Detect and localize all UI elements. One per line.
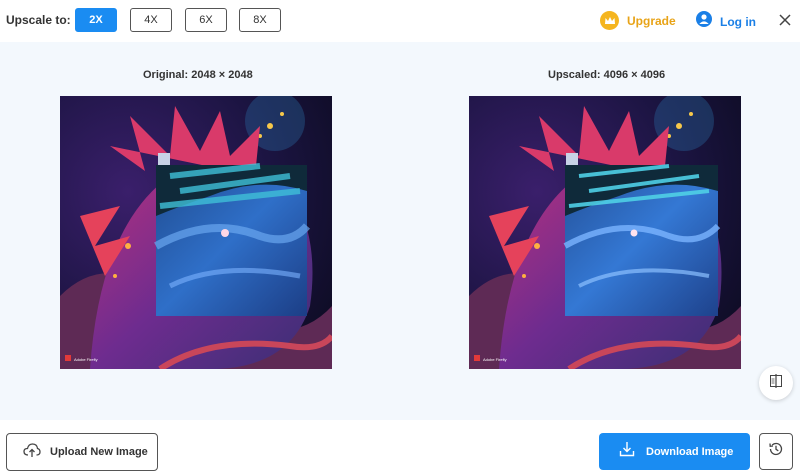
scale-2x-button[interactable]: 2X bbox=[75, 8, 117, 32]
bottom-action-bar: Upload New Image Download Image bbox=[0, 420, 800, 475]
scale-6x-button[interactable]: 6X bbox=[185, 8, 227, 32]
upscale-label: Upscale to: bbox=[6, 13, 71, 27]
compare-button[interactable] bbox=[759, 366, 793, 400]
crown-icon bbox=[600, 11, 619, 30]
watermark-text: Adobe Firefly bbox=[483, 357, 507, 362]
download-icon bbox=[619, 441, 635, 462]
scale-8x-button[interactable]: 8X bbox=[239, 8, 281, 32]
close-icon[interactable] bbox=[777, 12, 793, 28]
upload-label: Upload New Image bbox=[50, 446, 148, 458]
original-image: Adobe Firefly bbox=[60, 96, 332, 369]
user-icon bbox=[696, 11, 712, 32]
download-image-button[interactable]: Download Image bbox=[599, 433, 750, 470]
upload-new-image-button[interactable]: Upload New Image bbox=[6, 433, 158, 471]
upgrade-label: Upgrade bbox=[627, 13, 676, 28]
preview-area: Original: 2048 × 2048 Upscaled: 4096 × 4… bbox=[0, 42, 800, 420]
download-label: Download Image bbox=[646, 445, 734, 458]
compare-icon bbox=[769, 373, 783, 393]
cloud-upload-icon bbox=[23, 442, 41, 463]
upscaled-caption: Upscaled: 4096 × 4096 bbox=[548, 69, 666, 81]
top-toolbar: Upscale to: 2X 4X 6X 8X Upgrade Log in bbox=[0, 0, 800, 42]
history-button[interactable] bbox=[759, 433, 793, 470]
upscaled-image: Adobe Firefly bbox=[469, 96, 741, 369]
login-label: Log in bbox=[720, 14, 756, 29]
login-link[interactable]: Log in bbox=[696, 11, 756, 32]
history-icon bbox=[768, 441, 784, 462]
upgrade-link[interactable]: Upgrade bbox=[600, 11, 676, 30]
original-caption: Original: 2048 × 2048 bbox=[143, 69, 253, 81]
scale-4x-button[interactable]: 4X bbox=[130, 8, 172, 32]
watermark-text: Adobe Firefly bbox=[74, 357, 98, 362]
